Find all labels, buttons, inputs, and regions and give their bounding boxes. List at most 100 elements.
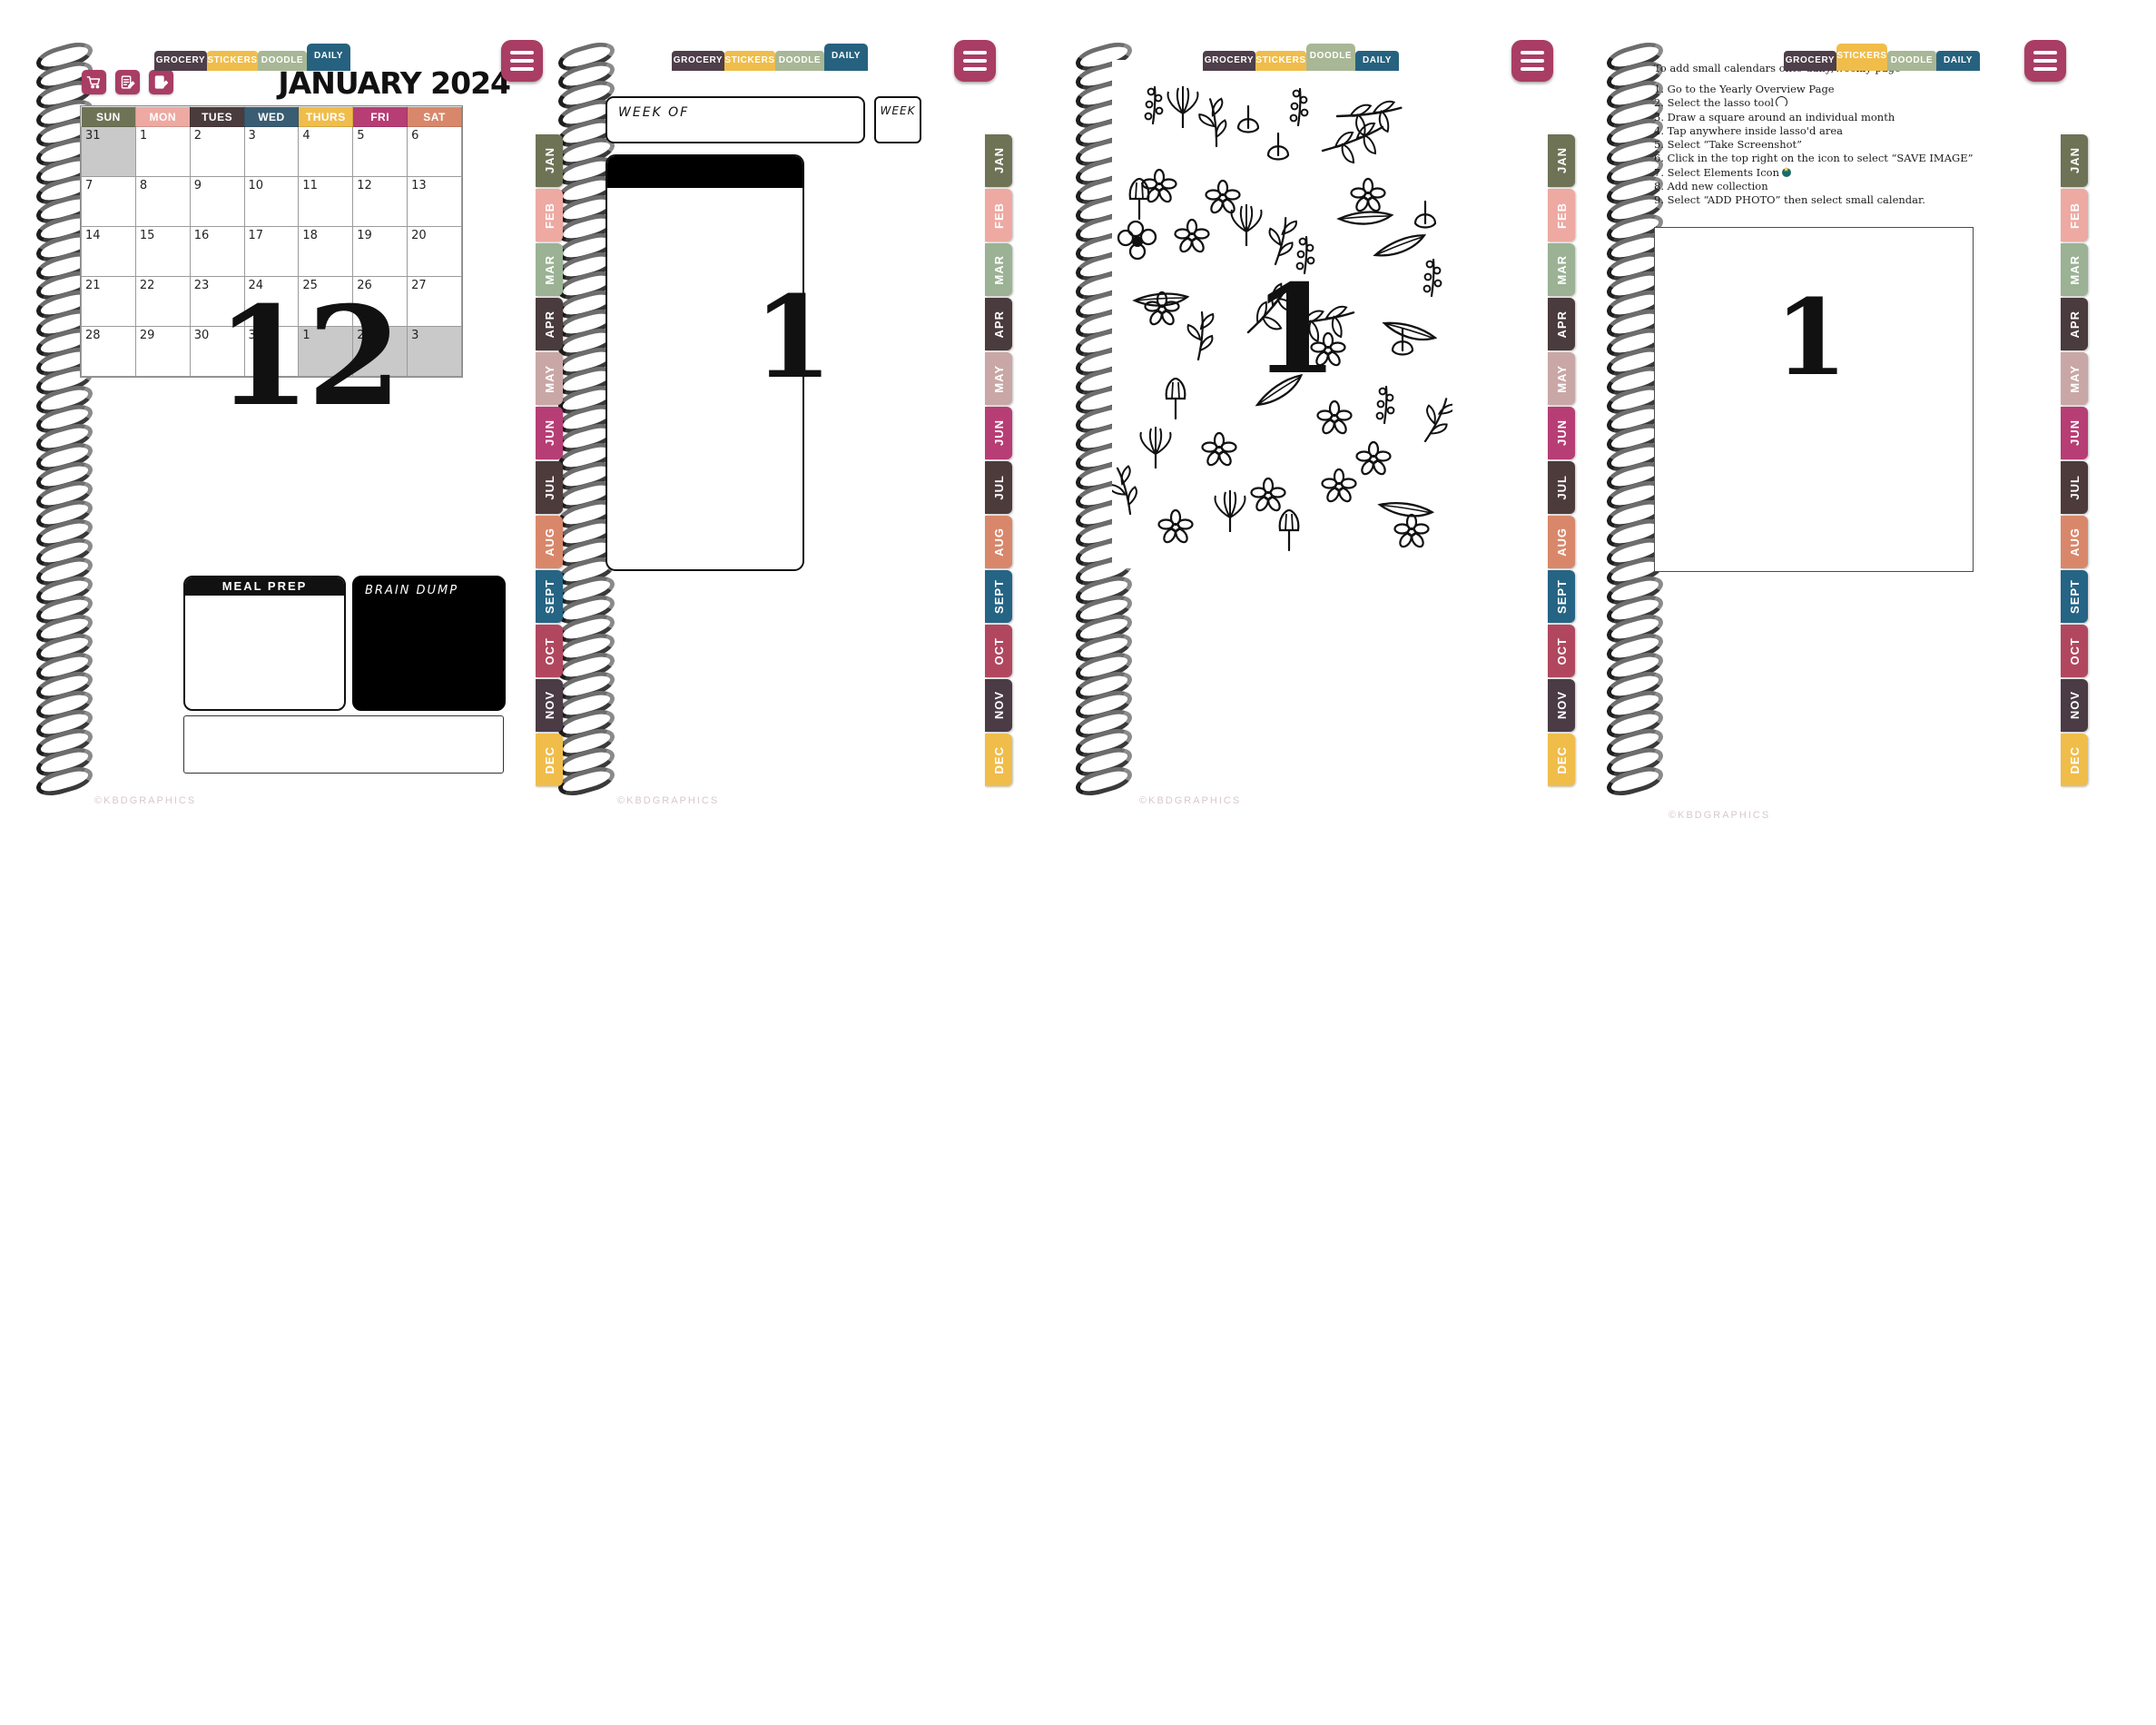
calendar-day-cell[interactable]: 29 — [134, 326, 191, 377]
month-tab-aug[interactable]: AUG — [1548, 516, 1575, 568]
month-tab-dec[interactable]: DEC — [2061, 734, 2088, 786]
month-tab-apr[interactable]: APR — [536, 298, 563, 350]
month-tab-jun[interactable]: JUN — [536, 407, 563, 459]
month-tab-sept[interactable]: SEPT — [536, 570, 563, 623]
nav-tab-stickers[interactable]: STICKERS — [207, 51, 258, 71]
month-tab-nov[interactable]: NOV — [1548, 679, 1575, 732]
month-tab-apr[interactable]: APR — [985, 298, 1012, 350]
hamburger-menu-button-page3[interactable] — [1511, 40, 1553, 82]
nav-tab-grocery[interactable]: GROCERY — [672, 51, 724, 71]
month-tab-jun[interactable]: JUN — [1548, 407, 1575, 459]
nav-tab-doodle[interactable]: DOODLE — [775, 51, 824, 71]
nav-tab-daily[interactable]: DAILY — [1355, 51, 1399, 71]
month-tab-dec[interactable]: DEC — [985, 734, 1012, 786]
calendar-day-cell[interactable]: 14 — [81, 226, 136, 277]
calendar-day-cell[interactable]: 20 — [407, 226, 462, 277]
calendar-day-cell[interactable]: 15 — [134, 226, 191, 277]
month-tab-jan[interactable]: JAN — [1548, 134, 1575, 187]
calendar-day-cell[interactable]: 2 — [189, 126, 245, 177]
month-tab-mar[interactable]: MAR — [1548, 243, 1575, 296]
month-tab-mar[interactable]: MAR — [536, 243, 563, 296]
nav-tab-doodle[interactable]: DOODLE — [258, 51, 307, 71]
calendar-day-cell[interactable]: 11 — [298, 176, 354, 227]
calendar-day-cell[interactable]: 3 — [243, 126, 300, 177]
calendar-day-cell[interactable]: 21 — [81, 276, 136, 327]
nav-tab-doodle[interactable]: DOODLE — [1306, 44, 1355, 71]
month-tab-may[interactable]: MAY — [1548, 352, 1575, 405]
calendar-day-cell[interactable]: 19 — [352, 226, 409, 277]
month-tab-jan[interactable]: JAN — [2061, 134, 2088, 187]
calendar-day-cell[interactable]: 6 — [407, 126, 462, 177]
month-tab-jan[interactable]: JAN — [536, 134, 563, 187]
month-tab-feb[interactable]: FEB — [2061, 189, 2088, 242]
brain-dump-box[interactable]: BRAIN DUMP — [352, 576, 506, 711]
month-tab-aug[interactable]: AUG — [985, 516, 1012, 568]
month-tab-nov[interactable]: NOV — [536, 679, 563, 732]
calendar-day-cell[interactable]: 1 — [134, 126, 191, 177]
month-tab-jul[interactable]: JUL — [2061, 461, 2088, 514]
month-tab-oct[interactable]: OCT — [536, 625, 563, 677]
nav-tab-daily[interactable]: DAILY — [1936, 51, 1980, 71]
calendar-day-cell[interactable]: 31 — [81, 126, 136, 177]
month-tab-dec[interactable]: DEC — [536, 734, 563, 786]
calendar-day-cell[interactable]: 4 — [298, 126, 354, 177]
month-tab-aug[interactable]: AUG — [536, 516, 563, 568]
month-tab-may[interactable]: MAY — [985, 352, 1012, 405]
month-tab-sept[interactable]: SEPT — [985, 570, 1012, 623]
month-tab-jun[interactable]: JUN — [985, 407, 1012, 459]
calendar-day-cell[interactable]: 3 — [407, 326, 462, 377]
calendar-day-cell[interactable]: 18 — [298, 226, 354, 277]
week-number-field[interactable]: WEEK — [874, 96, 921, 143]
notes-box-page1[interactable] — [183, 715, 504, 774]
nav-tab-stickers[interactable]: STICKERS — [1255, 51, 1306, 71]
month-tab-may[interactable]: MAY — [2061, 352, 2088, 405]
nav-tab-stickers[interactable]: STICKERS — [1836, 44, 1887, 71]
month-tab-aug[interactable]: AUG — [2061, 516, 2088, 568]
month-tab-nov[interactable]: NOV — [2061, 679, 2088, 732]
nav-tab-grocery[interactable]: GROCERY — [1784, 51, 1836, 71]
month-tab-sept[interactable]: SEPT — [2061, 570, 2088, 623]
calendar-day-cell[interactable]: 8 — [134, 176, 191, 227]
nav-tab-stickers[interactable]: STICKERS — [724, 51, 775, 71]
hamburger-menu-button-page4[interactable] — [2024, 40, 2066, 82]
notepad-icon[interactable] — [149, 70, 173, 94]
calendar-day-cell[interactable]: 12 — [352, 176, 409, 227]
nav-tab-daily[interactable]: DAILY — [307, 44, 350, 71]
month-tab-sept[interactable]: SEPT — [1548, 570, 1575, 623]
month-tab-jun[interactable]: JUN — [2061, 407, 2088, 459]
nav-tab-daily[interactable]: DAILY — [824, 44, 868, 71]
checklist-icon[interactable] — [115, 70, 140, 94]
month-tab-oct[interactable]: OCT — [985, 625, 1012, 677]
month-tab-jul[interactable]: JUL — [1548, 461, 1575, 514]
calendar-day-cell[interactable]: 10 — [243, 176, 300, 227]
nav-tab-doodle[interactable]: DOODLE — [1887, 51, 1936, 71]
calendar-day-cell[interactable]: 16 — [189, 226, 245, 277]
month-tab-nov[interactable]: NOV — [985, 679, 1012, 732]
month-tab-apr[interactable]: APR — [1548, 298, 1575, 350]
calendar-day-cell[interactable]: 5 — [352, 126, 409, 177]
month-tab-mar[interactable]: MAR — [985, 243, 1012, 296]
month-tab-mar[interactable]: MAR — [2061, 243, 2088, 296]
calendar-day-cell[interactable]: 7 — [81, 176, 136, 227]
month-tab-feb[interactable]: FEB — [985, 189, 1012, 242]
hamburger-menu-button-page2[interactable] — [954, 40, 996, 82]
month-tab-oct[interactable]: OCT — [1548, 625, 1575, 677]
month-tab-apr[interactable]: APR — [2061, 298, 2088, 350]
month-tab-feb[interactable]: FEB — [536, 189, 563, 242]
nav-tab-grocery[interactable]: GROCERY — [1203, 51, 1255, 71]
month-tab-oct[interactable]: OCT — [2061, 625, 2088, 677]
meal-prep-box[interactable]: MEAL PREP — [183, 576, 346, 711]
month-tab-dec[interactable]: DEC — [1548, 734, 1575, 786]
grocery-cart-icon[interactable] — [82, 70, 106, 94]
month-tab-jul[interactable]: JUL — [985, 461, 1012, 514]
month-tab-may[interactable]: MAY — [536, 352, 563, 405]
month-tab-feb[interactable]: FEB — [1548, 189, 1575, 242]
hamburger-menu-button-page1[interactable] — [501, 40, 543, 82]
calendar-day-cell[interactable]: 27 — [407, 276, 462, 327]
week-of-field[interactable]: WEEK OF — [605, 96, 865, 143]
calendar-day-cell[interactable]: 9 — [189, 176, 245, 227]
calendar-day-cell[interactable]: 13 — [407, 176, 462, 227]
nav-tab-grocery[interactable]: GROCERY — [154, 51, 207, 71]
calendar-day-cell[interactable]: 17 — [243, 226, 300, 277]
calendar-day-cell[interactable]: 22 — [134, 276, 191, 327]
